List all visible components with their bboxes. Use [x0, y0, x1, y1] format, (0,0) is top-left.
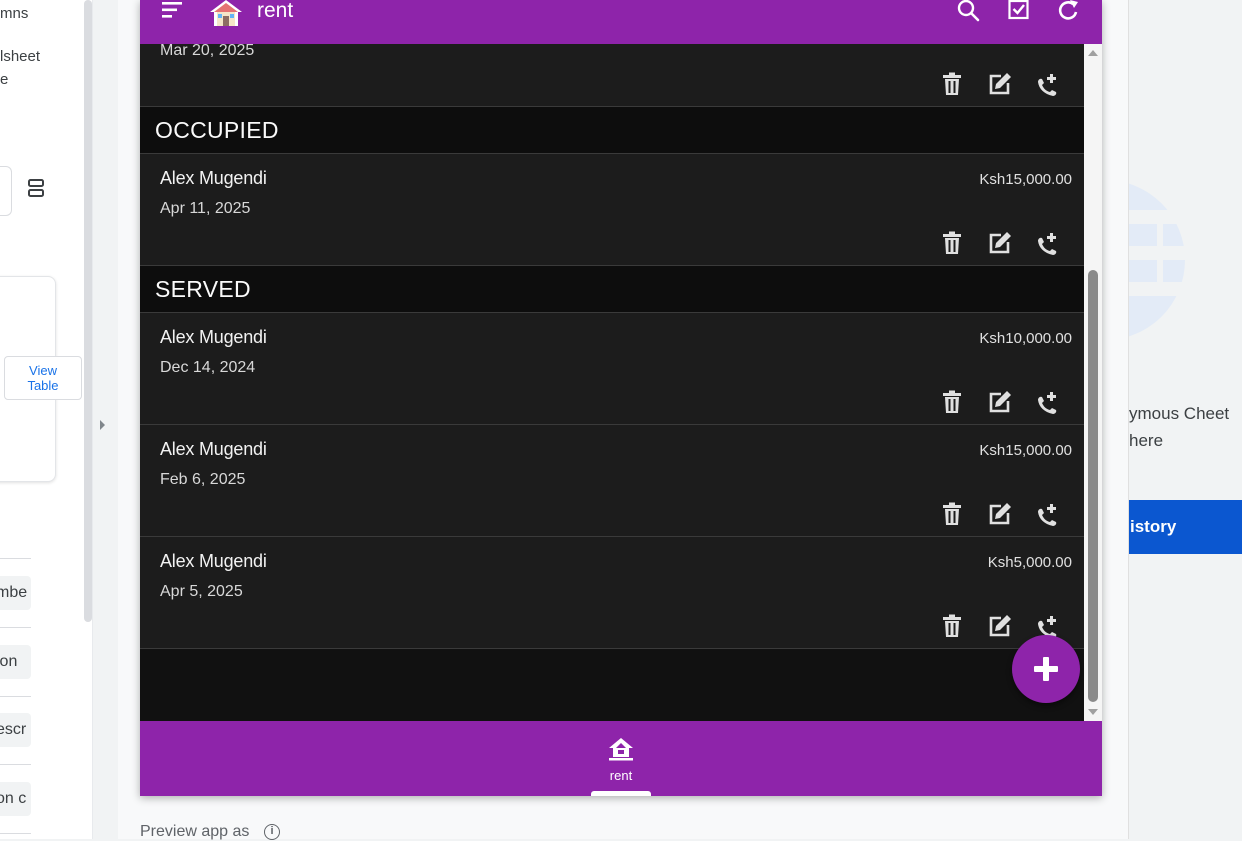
- list-item[interactable]: Mar 20, 2025: [140, 44, 1084, 107]
- data-source-input[interactable]: [0, 166, 12, 216]
- history-button[interactable]: istory: [1129, 500, 1242, 554]
- panel-divider: [92, 0, 93, 839]
- group-header-occupied: OCCUPIED: [140, 107, 1084, 154]
- divider: [0, 558, 31, 559]
- nav-label[interactable]: rent: [592, 768, 650, 783]
- column-field[interactable]: mbe: [0, 576, 31, 610]
- edit-icon[interactable]: [988, 72, 1012, 96]
- group-header-label: OCCUPIED: [155, 117, 279, 143]
- column-field[interactable]: escr: [0, 713, 31, 747]
- divider: [0, 764, 31, 765]
- column-field[interactable]: on c: [0, 782, 31, 816]
- view-table-label: View: [29, 363, 57, 378]
- record-list: Mar 20, 2025 OCCUPIED Alex Mugendi Apr 1…: [140, 44, 1084, 721]
- item-amount: Ksh5,000.00: [987, 554, 1072, 571]
- scroll-up-icon[interactable]: [1088, 50, 1098, 56]
- checkbox-icon[interactable]: [1008, 0, 1030, 20]
- refresh-icon[interactable]: [1057, 0, 1081, 22]
- divider: [0, 627, 31, 628]
- layout-icon[interactable]: [28, 179, 44, 197]
- group-header-served: SERVED: [140, 266, 1084, 313]
- history-button-label: istory: [1130, 517, 1177, 536]
- columns-label: mns: [0, 5, 29, 22]
- edit-icon[interactable]: [988, 231, 1012, 255]
- user-subtext: here: [1129, 431, 1164, 450]
- column-field[interactable]: ion: [0, 645, 31, 679]
- scroll-down-icon[interactable]: [1088, 709, 1098, 715]
- list-item[interactable]: Alex Mugendi Apr 11, 2025 Ksh15,000.00: [140, 154, 1084, 266]
- item-amount: Ksh15,000.00: [979, 171, 1072, 188]
- search-icon[interactable]: [956, 0, 980, 22]
- view-table-button[interactable]: View Table: [4, 356, 82, 400]
- item-amount: Ksh10,000.00: [979, 330, 1072, 347]
- trash-icon[interactable]: [940, 72, 964, 96]
- item-actions: [940, 614, 1072, 638]
- trash-icon[interactable]: [940, 502, 964, 526]
- nav-active-indicator: [591, 791, 651, 796]
- view-table-label-2: Table: [27, 378, 59, 393]
- menu-icon[interactable]: [160, 0, 184, 20]
- app-preview: rent Mar 20, 2025 OCCUPIED Alex Mugendi …: [140, 0, 1102, 796]
- item-actions: [940, 231, 1072, 255]
- item-name: Alex Mugendi: [160, 439, 267, 459]
- list-scrollbar[interactable]: [1084, 44, 1102, 721]
- edit-icon[interactable]: [988, 614, 1012, 638]
- house-icon[interactable]: [608, 737, 634, 761]
- edit-icon[interactable]: [988, 390, 1012, 414]
- list-item[interactable]: Alex Mugendi Apr 5, 2025 Ksh5,000.00: [140, 537, 1084, 649]
- preview-app-as-label: Preview app as: [140, 823, 250, 840]
- item-date: Apr 5, 2025: [160, 583, 243, 600]
- trash-icon[interactable]: [940, 390, 964, 414]
- item-amount: Ksh15,000.00: [979, 442, 1072, 459]
- item-date: Feb 6, 2025: [160, 471, 246, 488]
- trash-icon[interactable]: [940, 614, 964, 638]
- item-date: Dec 14, 2024: [160, 359, 256, 376]
- app-title: rent: [257, 0, 294, 22]
- user-name-text: ymous Cheet: [1129, 404, 1230, 423]
- divider: [0, 833, 31, 834]
- item-name: Alex Mugendi: [160, 327, 267, 347]
- divider: [0, 696, 31, 697]
- add-record-button[interactable]: [1012, 635, 1080, 703]
- spreadsheet-label-2: e: [0, 71, 9, 88]
- house-icon: [210, 0, 242, 26]
- app-top-bar: rent: [140, 0, 1102, 44]
- edit-icon[interactable]: [988, 502, 1012, 526]
- plus-icon: [1034, 657, 1058, 681]
- item-actions: [940, 72, 1072, 96]
- item-actions: [940, 390, 1072, 414]
- spreadsheet-label: lsheet: [0, 48, 41, 65]
- right-panel: ymous Cheet here istory: [1128, 0, 1242, 839]
- bottom-nav: rent: [140, 721, 1102, 796]
- trash-icon[interactable]: [940, 231, 964, 255]
- phone-icon[interactable]: [1036, 390, 1060, 414]
- group-header-label: SERVED: [155, 276, 251, 302]
- editor-scrollbar[interactable]: [84, 0, 92, 622]
- item-name: Alex Mugendi: [160, 168, 267, 188]
- phone-icon[interactable]: [1036, 72, 1060, 96]
- scroll-thumb[interactable]: [1088, 270, 1098, 702]
- phone-icon[interactable]: [1036, 502, 1060, 526]
- info-icon[interactable]: i: [264, 824, 280, 840]
- item-actions: [940, 502, 1072, 526]
- phone-icon[interactable]: [1036, 231, 1060, 255]
- item-date: Mar 20, 2025: [160, 44, 255, 59]
- illustration-icon: [1129, 183, 1185, 337]
- list-item[interactable]: Alex Mugendi Dec 14, 2024 Ksh10,000.00: [140, 313, 1084, 425]
- item-name: Alex Mugendi: [160, 551, 267, 571]
- collapse-panel-icon[interactable]: [100, 420, 105, 430]
- editor-panel: mns lsheet e View Table mbe ion escr on …: [0, 0, 92, 839]
- item-date: Apr 11, 2025: [160, 200, 251, 217]
- list-item[interactable]: Alex Mugendi Feb 6, 2025 Ksh15,000.00: [140, 425, 1084, 537]
